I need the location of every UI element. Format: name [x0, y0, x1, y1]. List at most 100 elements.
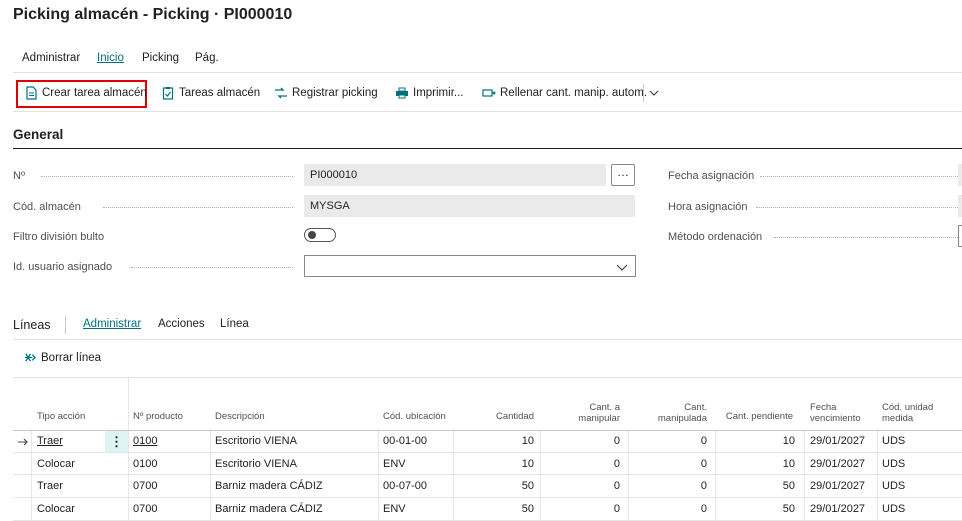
row-4-action[interactable]: Colocar	[37, 503, 75, 515]
col-header-to-handle[interactable]: Cant. a manipular	[545, 402, 620, 424]
col-header-qty[interactable]: Cantidad	[455, 411, 534, 422]
grid-vline	[804, 431, 805, 521]
row-2-to-handle[interactable]: 0	[545, 458, 620, 470]
autofill-button[interactable]: Rellenar cant. manip. autom.	[482, 86, 647, 100]
page-title: Picking almacén - Picking · PI000010	[13, 6, 293, 23]
warehouse-field[interactable]: MYSGA	[304, 195, 635, 217]
create-task-button[interactable]: Crear tarea almacén	[24, 86, 147, 100]
col-header-to-handle-l2: manipular	[578, 413, 620, 424]
row-2-expiry: 29/01/2027	[810, 458, 866, 470]
lines-title: Líneas	[13, 318, 51, 332]
grid-vline	[715, 431, 716, 521]
warehouse-label-row: Cód. almacén	[13, 199, 303, 215]
row-3-bin[interactable]: 00-07-00	[383, 480, 427, 492]
filter-label: Filtro división bulto	[13, 231, 105, 243]
grid-vline	[210, 431, 211, 521]
row-4-handled: 0	[700, 503, 707, 515]
col-header-bin[interactable]: Cód. ubicación	[383, 411, 446, 422]
row-2-action[interactable]: Colocar	[37, 458, 75, 470]
assign-time-label-row: Hora asignación	[668, 199, 958, 215]
row-2-item[interactable]: 0100	[133, 458, 157, 470]
register-icon	[275, 87, 287, 99]
grid-vline	[31, 431, 32, 521]
row-4-desc: Barniz madera CÁDIZ	[215, 503, 323, 515]
warehouse-tasks-button[interactable]: Tareas almacén	[161, 86, 260, 100]
document-icon	[26, 86, 37, 100]
grid-vline	[540, 431, 541, 521]
row-2-handled: 0	[700, 458, 707, 470]
assign-date-label: Fecha asignación	[668, 170, 755, 182]
col-header-handled[interactable]: Cant. manipulada	[632, 402, 707, 424]
user-select[interactable]	[304, 255, 636, 277]
assign-time-field[interactable]	[958, 195, 962, 217]
assign-date-label-row: Fecha asignación	[668, 168, 958, 184]
row-1-bin[interactable]: 00-01-00	[383, 435, 427, 447]
col-header-desc[interactable]: Descripción	[215, 411, 265, 422]
col-header-expiry[interactable]: Fecha vencimiento	[810, 402, 861, 424]
row-3-item[interactable]: 0700	[133, 480, 157, 492]
row-3-desc: Barniz madera CÁDIZ	[215, 480, 323, 492]
warehouse-tasks-label: Tareas almacén	[179, 87, 261, 99]
dot-leader	[756, 207, 958, 208]
row-actions-button[interactable]: ⋮	[105, 431, 128, 452]
toggle-knob	[308, 231, 316, 239]
col-header-pending[interactable]: Cant. pendiente	[717, 411, 793, 422]
row-3-to-handle[interactable]: 0	[545, 480, 620, 492]
menu-administrar[interactable]: Administrar	[22, 52, 80, 64]
general-underline	[13, 148, 962, 149]
print-button[interactable]: Imprimir...	[395, 86, 463, 100]
register-picking-button[interactable]: Registrar picking	[274, 86, 378, 100]
row-2-pending: 10	[782, 458, 795, 470]
chevron-down-icon	[616, 264, 628, 271]
col-header-action[interactable]: Tipo acción	[37, 411, 85, 422]
row-3-action[interactable]: Traer	[37, 480, 63, 492]
row-1-action[interactable]: Traer	[37, 435, 63, 447]
row-4-bin[interactable]: ENV	[383, 503, 406, 515]
row-1-to-handle[interactable]: 0	[545, 435, 620, 447]
lines-tab-administrar[interactable]: Administrar	[83, 318, 141, 330]
menu-divider	[13, 72, 962, 73]
no-lookup-button[interactable]: …	[611, 164, 635, 186]
col-header-uom[interactable]: Cód. unidad medida	[882, 402, 933, 424]
col-header-to-handle-l1: Cant. a	[589, 402, 620, 413]
grid-vline	[877, 431, 878, 521]
toolbar-separator	[643, 84, 644, 102]
lines-toolbar-divider	[13, 377, 962, 378]
row-4-pending: 50	[782, 503, 795, 515]
row-2-bin[interactable]: ENV	[383, 458, 406, 470]
row-2-desc: Escritorio VIENA	[215, 458, 297, 470]
filter-label-row: Filtro división bulto	[13, 229, 303, 245]
chevron-down-icon[interactable]	[647, 86, 661, 105]
dot-leader	[131, 267, 293, 268]
lines-tab-acciones[interactable]: Acciones	[158, 318, 205, 330]
row-4-uom: UDS	[882, 503, 906, 515]
row-4-to-handle[interactable]: 0	[545, 503, 620, 515]
user-label: Id. usuario asignado	[13, 261, 113, 273]
delete-line-button[interactable]: Borrar línea	[24, 351, 101, 364]
dot-leader	[760, 176, 958, 177]
autofill-icon	[482, 89, 496, 97]
dot-leader	[103, 207, 293, 208]
filter-toggle[interactable]	[304, 228, 336, 242]
row-1-item[interactable]: 0100	[133, 435, 157, 447]
no-field[interactable]: PI000010	[304, 164, 606, 186]
row-4-item[interactable]: 0700	[133, 503, 157, 515]
col-header-expiry-l2: vencimiento	[810, 413, 861, 424]
row-3-pending: 50	[782, 480, 795, 492]
lines-tab-divider	[13, 339, 962, 340]
menu-picking[interactable]: Picking	[142, 52, 179, 64]
assign-date-field[interactable]	[958, 164, 962, 186]
menu-pag[interactable]: Pág.	[195, 52, 219, 64]
menu-inicio[interactable]: Inicio	[97, 52, 124, 64]
section-general-title: General	[13, 127, 64, 142]
col-header-expiry-l1: Fecha	[810, 402, 837, 413]
grid-vline	[628, 431, 629, 521]
col-header-handled-l2: manipulada	[657, 413, 707, 424]
delete-row-icon	[24, 353, 37, 362]
row-1-pending: 10	[782, 435, 795, 447]
row-3-qty: 50	[521, 480, 534, 492]
col-header-item[interactable]: Nº producto	[133, 411, 183, 422]
sort-method-select[interactable]	[958, 225, 962, 247]
row-2-uom: UDS	[882, 458, 906, 470]
lines-tab-linea[interactable]: Línea	[220, 318, 249, 330]
